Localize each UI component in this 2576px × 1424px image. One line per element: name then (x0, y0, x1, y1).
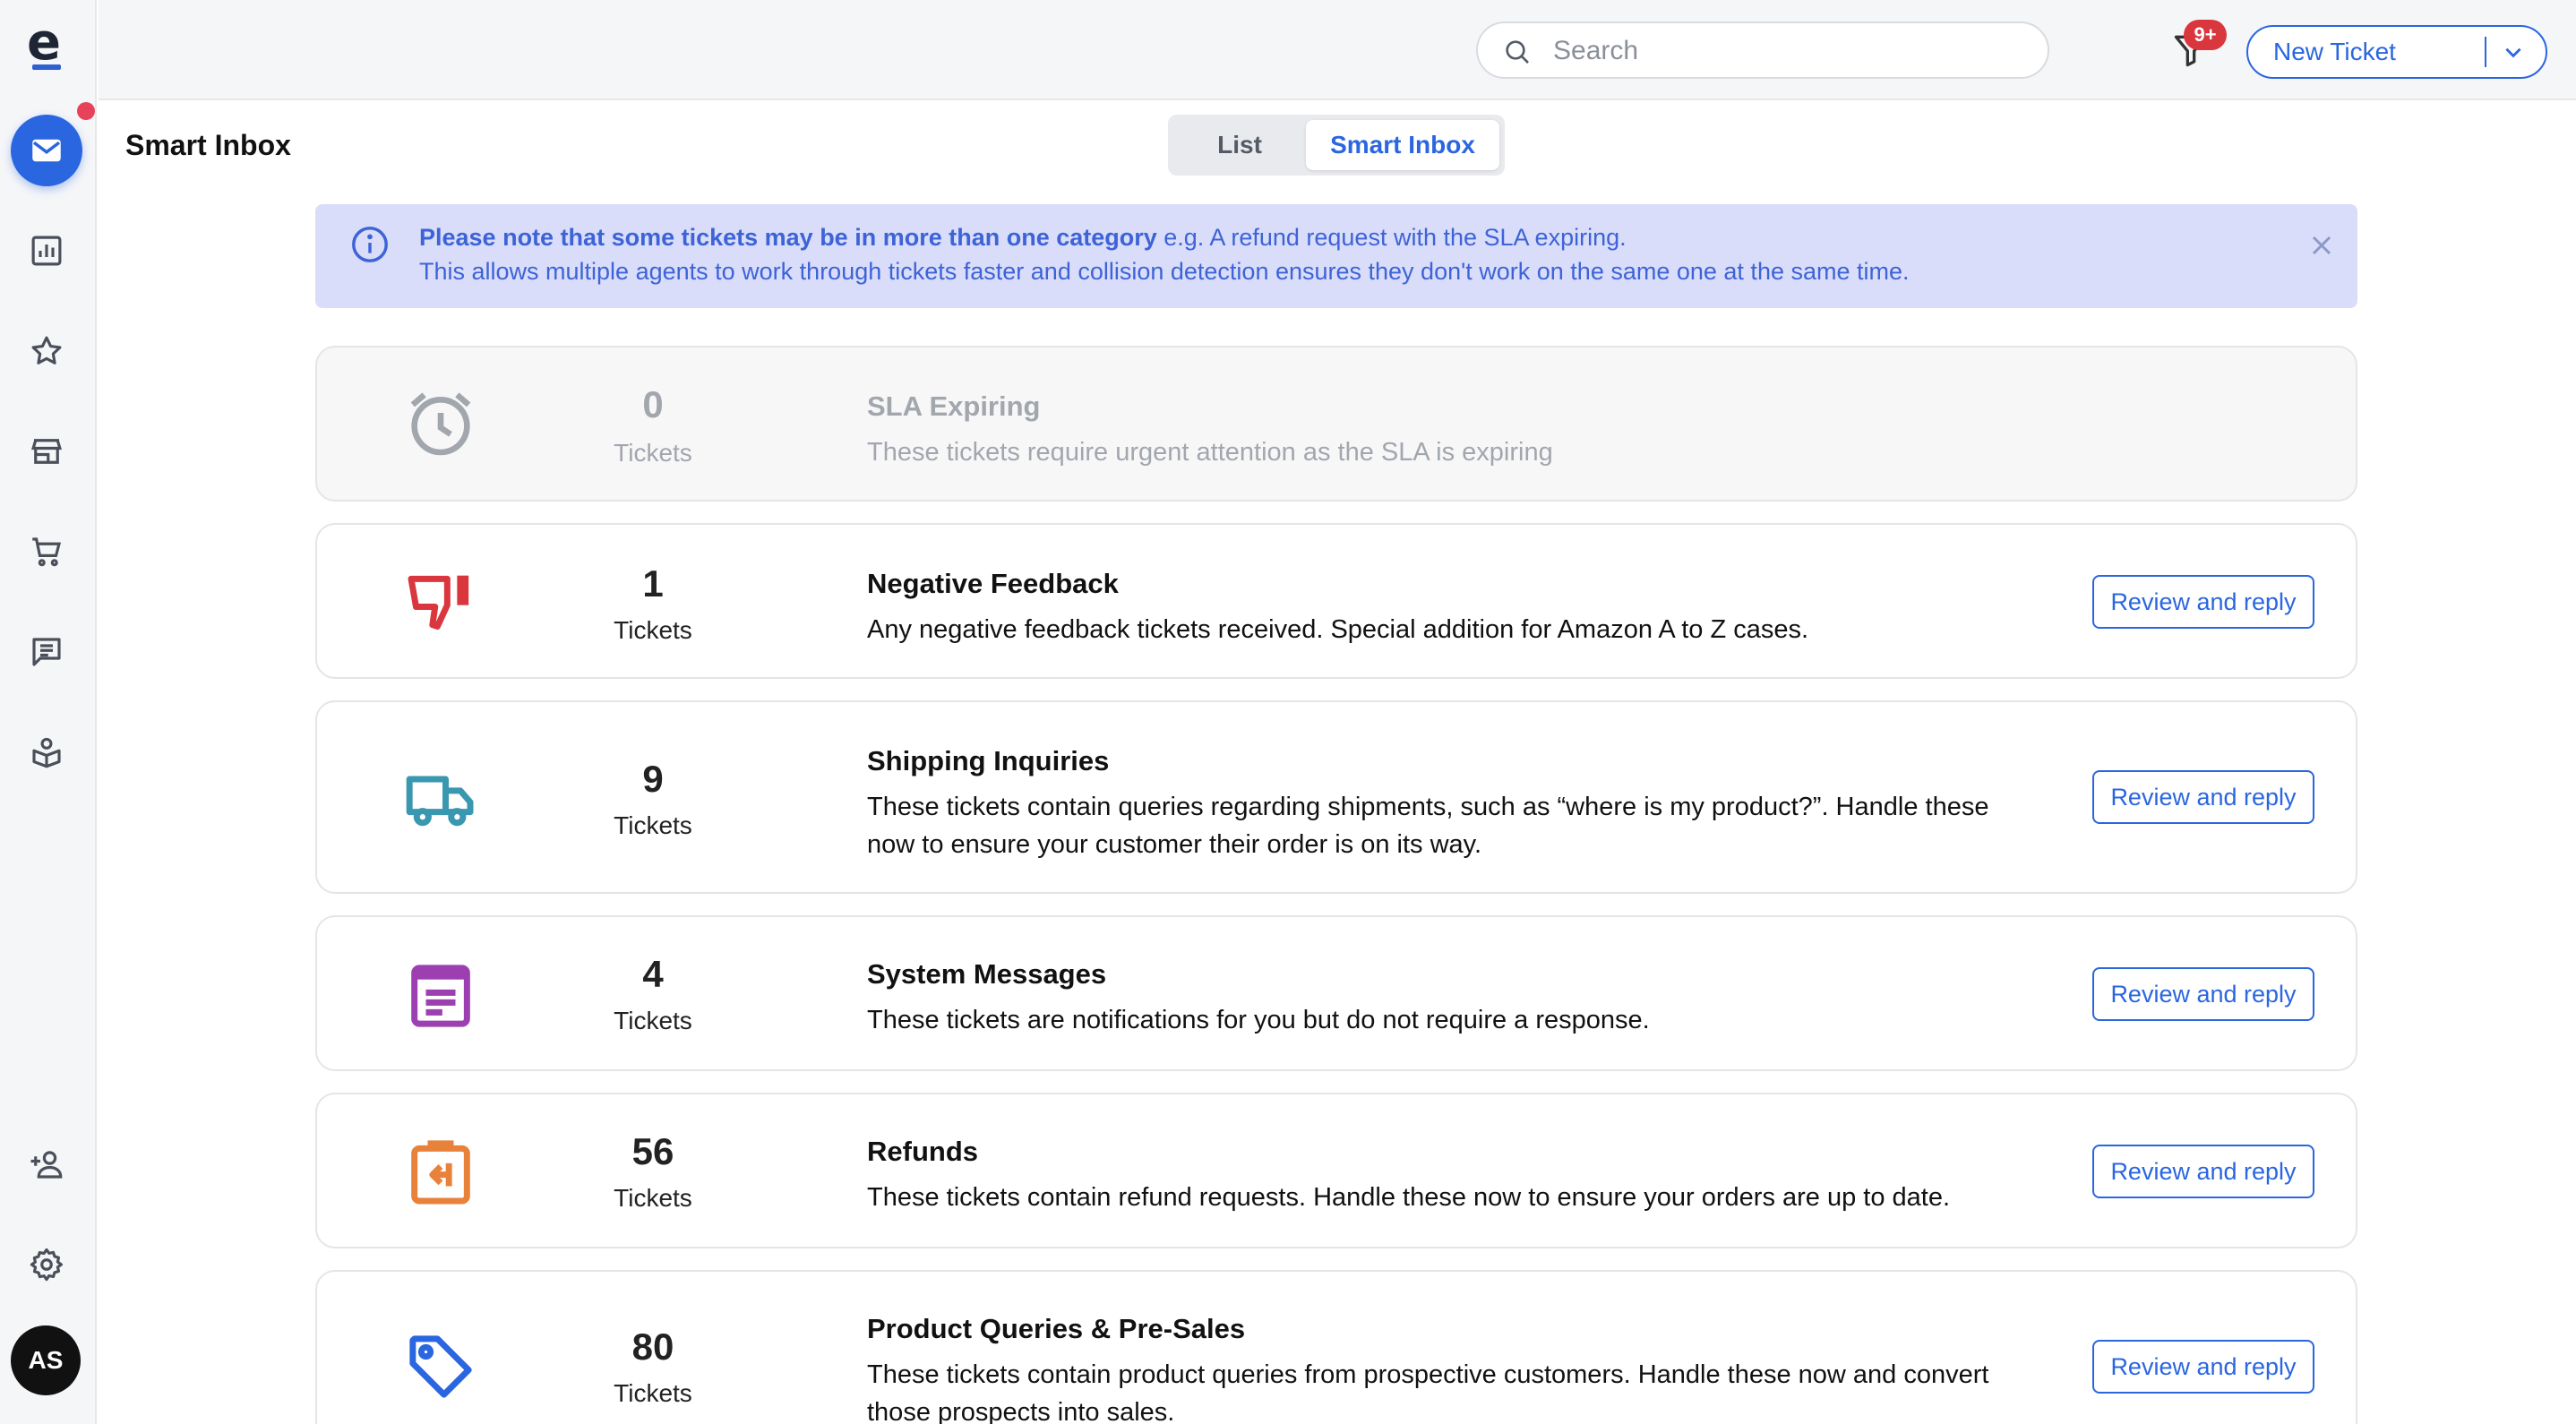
new-ticket-button[interactable]: New Ticket (2246, 25, 2547, 79)
review-and-reply-button[interactable]: Review and reply (2092, 575, 2314, 629)
category-description: These tickets are notifications for you … (867, 1006, 1650, 1034)
sidebar-item-orders[interactable] (20, 525, 73, 579)
page-title: Smart Inbox (125, 129, 291, 161)
category-card-refunds[interactable]: 56 Tickets Refunds These tickets contain… (315, 1093, 2357, 1248)
category-title: System Messages (867, 958, 1107, 990)
sidebar-item-inbox[interactable] (11, 115, 82, 186)
chat-message-icon (32, 638, 61, 666)
sidebar-item-stores[interactable] (20, 425, 73, 478)
close-icon[interactable] (2306, 229, 2338, 262)
delivery-truck-icon (406, 776, 474, 827)
category-description: These tickets contain queries regarding … (867, 793, 1989, 859)
sidebar-item-settings[interactable] (20, 1238, 73, 1291)
unread-dot (77, 102, 95, 120)
sidebar-item-analytics[interactable] (20, 224, 73, 278)
knowledge-base-icon (32, 737, 61, 768)
category-description: These tickets contain refund requests. H… (867, 1183, 1951, 1212)
category-card-system-messages[interactable]: 4 Tickets System Messages These tickets … (315, 915, 2357, 1071)
tab-smart-inbox[interactable]: Smart Inbox (1306, 120, 1499, 170)
category-description: These tickets contain product queries fr… (867, 1360, 1989, 1424)
banner-bold-text: Please note that some tickets may be in … (419, 224, 1157, 251)
notification-badge: 9+ (2184, 20, 2227, 50)
ticket-count: 4 (642, 953, 664, 995)
chevron-down-icon (2505, 47, 2521, 58)
tab-list[interactable]: List (1173, 120, 1306, 170)
category-card-sla-expiring[interactable]: 0 Tickets SLA Expiring These tickets req… (315, 346, 2357, 502)
category-description: Any negative feedback tickets received. … (867, 615, 1809, 644)
category-title: Shipping Inquiries (867, 745, 1110, 776)
category-title: SLA Expiring (867, 390, 1041, 422)
store-icon (31, 439, 62, 464)
search-input[interactable] (1553, 32, 2019, 70)
alarm-clock-icon (410, 392, 471, 456)
banner-line-1: Please note that some tickets may be in … (419, 224, 1627, 252)
new-ticket-label[interactable]: New Ticket (2248, 38, 2485, 66)
star-icon (31, 336, 62, 365)
banner-line-2: This allows multiple agents to work thro… (419, 258, 1910, 285)
ticket-count: 0 (642, 383, 664, 425)
ticket-unit: Tickets (614, 616, 692, 644)
gear-icon (30, 1248, 64, 1282)
ticket-count: 56 (631, 1130, 674, 1172)
category-card-negative-feedback[interactable]: 1 Tickets Negative Feedback Any negative… (315, 523, 2357, 679)
banner-rest-text: e.g. A refund request with the SLA expir… (1156, 224, 1627, 251)
app-logo-underline (32, 64, 61, 70)
ticket-unit: Tickets (614, 1007, 692, 1034)
category-card-shipping-inquiries[interactable]: 9 Tickets Shipping Inquiries These ticke… (315, 700, 2357, 894)
new-ticket-dropdown[interactable] (2486, 40, 2540, 64)
ticket-count: 1 (642, 562, 664, 605)
category-title: Negative Feedback (867, 568, 1119, 599)
ticket-unit: Tickets (614, 439, 692, 467)
review-and-reply-button[interactable]: Review and reply (2092, 967, 2314, 1021)
mail-icon (32, 139, 61, 162)
ticket-unit: Tickets (614, 811, 692, 839)
search-icon (1506, 40, 1529, 64)
review-and-reply-button[interactable]: Review and reply (2092, 770, 2314, 824)
review-and-reply-button[interactable]: Review and reply (2092, 1145, 2314, 1198)
system-message-icon (411, 965, 470, 1027)
sidebar-item-knowledge[interactable] (20, 725, 73, 779)
info-banner: Please note that some tickets may be in … (315, 204, 2357, 308)
add-user-icon (30, 1151, 63, 1179)
sidebar-item-messages[interactable] (20, 625, 73, 679)
category-card-product-queries[interactable]: 80 Tickets Product Queries & Pre-Sales T… (315, 1270, 2357, 1424)
price-tag-icon (409, 1335, 472, 1398)
review-and-reply-button[interactable]: Review and reply (2092, 1340, 2314, 1394)
category-title: Product Queries & Pre-Sales (867, 1313, 1246, 1344)
avatar[interactable]: AS (11, 1325, 81, 1395)
view-toggle: List Smart Inbox (1168, 115, 1505, 176)
ticket-unit: Tickets (614, 1379, 692, 1407)
refund-clipboard-icon (411, 1140, 470, 1205)
ticket-count: 80 (631, 1325, 674, 1368)
category-title: Refunds (867, 1136, 978, 1167)
ticket-unit: Tickets (614, 1184, 692, 1212)
category-description: These tickets require urgent attention a… (867, 438, 1553, 467)
bar-chart-icon (31, 236, 62, 266)
thumbs-down-icon (408, 575, 469, 630)
search-box[interactable] (1476, 21, 2049, 79)
info-icon (352, 227, 388, 262)
ticket-count: 9 (642, 758, 664, 800)
shopping-cart-icon (32, 537, 62, 567)
sidebar-item-add-user[interactable] (20, 1137, 73, 1191)
sidebar: e AS (0, 0, 97, 1424)
sidebar-item-favorites[interactable] (20, 324, 73, 378)
